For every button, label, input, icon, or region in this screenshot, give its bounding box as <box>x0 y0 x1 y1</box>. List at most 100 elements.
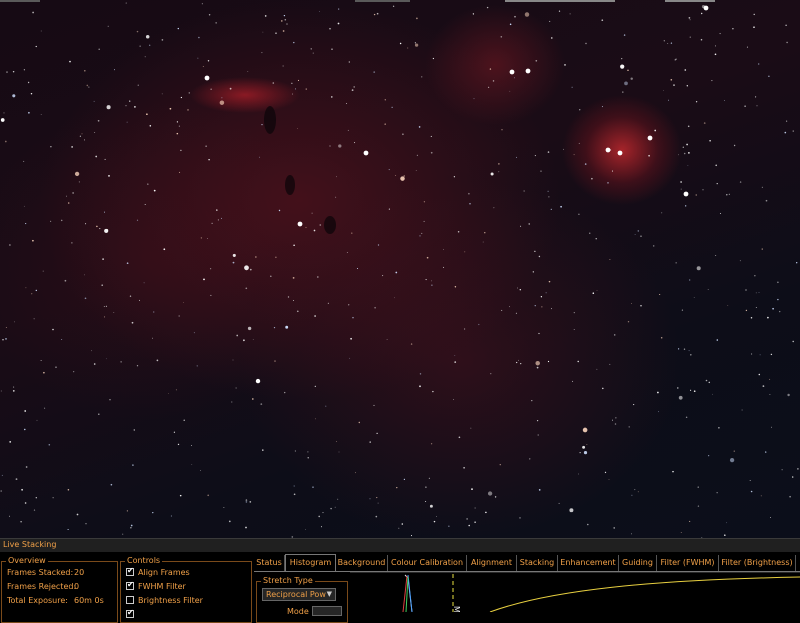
star <box>44 407 46 409</box>
star <box>683 152 686 155</box>
star <box>519 288 522 291</box>
star <box>537 434 539 436</box>
star <box>1 474 3 476</box>
next-checkbox-row[interactable]: ✔ <box>126 608 138 619</box>
tab-alignment[interactable]: Alignment <box>467 555 517 571</box>
star <box>67 489 70 491</box>
star <box>305 88 307 90</box>
star <box>534 155 536 157</box>
star <box>489 68 492 70</box>
star <box>634 234 636 236</box>
checkmark-icon: ✔ <box>127 608 134 617</box>
star <box>262 31 264 33</box>
star <box>400 176 405 181</box>
star <box>702 189 704 191</box>
star <box>508 306 510 308</box>
star <box>24 502 27 504</box>
star <box>501 129 503 131</box>
star <box>726 522 728 524</box>
star <box>161 39 164 41</box>
star <box>207 238 208 239</box>
star <box>201 3 203 5</box>
star <box>129 100 131 102</box>
star <box>627 69 629 71</box>
star <box>531 399 533 402</box>
fwhm-filter-checkbox-row[interactable]: ✔ FWHM Filter <box>126 580 186 591</box>
brightness-filter-checkbox[interactable] <box>126 596 134 604</box>
tab-guiding[interactable]: Guiding <box>619 555 657 571</box>
tab-histogram[interactable]: Histogram <box>285 554 336 572</box>
star <box>149 125 152 127</box>
star <box>772 307 774 310</box>
star <box>482 241 484 243</box>
star <box>84 70 86 72</box>
tab-filter-brightness[interactable]: Filter (Brightness) <box>719 555 796 571</box>
star <box>251 398 254 400</box>
star <box>675 58 677 60</box>
stretch-type-select[interactable]: Reciprocal Pow ▼ <box>262 588 336 601</box>
star <box>245 526 247 529</box>
star <box>337 498 339 500</box>
controls-legend: Controls <box>125 556 163 565</box>
star <box>61 338 63 341</box>
tab-stacking[interactable]: Stacking <box>517 555 558 571</box>
star <box>331 48 333 50</box>
star <box>74 171 80 177</box>
star <box>611 170 614 172</box>
tab-filter-fwhm[interactable]: Filter (FWHM) <box>657 555 719 571</box>
star <box>751 353 753 355</box>
star <box>395 271 398 274</box>
tab-colour-calibration[interactable]: Colour Calibration <box>388 555 467 571</box>
star <box>689 36 691 38</box>
star <box>758 292 760 293</box>
star <box>487 86 490 88</box>
stacked-image-view[interactable] <box>0 0 800 538</box>
star <box>550 208 552 211</box>
brightness-filter-checkbox-row[interactable]: Brightness Filter <box>126 596 203 605</box>
star <box>208 14 211 16</box>
star <box>792 130 794 132</box>
histogram-plot[interactable]: M <box>350 572 800 612</box>
tab-background[interactable]: Background <box>336 555 388 571</box>
star <box>191 464 193 465</box>
star <box>76 513 79 516</box>
star <box>85 523 87 525</box>
star <box>490 373 492 375</box>
toolbar-segment <box>505 0 615 2</box>
star <box>667 43 669 44</box>
star <box>374 306 376 309</box>
star <box>453 399 455 400</box>
star <box>421 76 423 78</box>
star <box>294 450 296 452</box>
align-frames-checkbox[interactable]: ✔ <box>126 566 134 576</box>
star <box>180 149 182 152</box>
star <box>729 457 735 463</box>
next-checkbox[interactable]: ✔ <box>126 608 134 618</box>
star <box>278 209 281 212</box>
star <box>23 69 26 71</box>
align-frames-checkbox-row[interactable]: ✔ Align Frames <box>126 566 190 577</box>
star <box>4 140 7 143</box>
chevron-down-icon: ▼ <box>326 590 332 598</box>
star <box>311 212 313 214</box>
tab-enhancement[interactable]: Enhancement <box>558 555 619 571</box>
frames-rejected-row: Frames Rejected: 0 <box>7 582 79 591</box>
star <box>161 93 163 95</box>
star <box>245 287 248 290</box>
star <box>399 42 402 45</box>
star <box>146 113 148 115</box>
star <box>352 316 354 319</box>
star <box>102 258 104 260</box>
fwhm-filter-checkbox[interactable]: ✔ <box>126 580 134 590</box>
star <box>535 360 540 366</box>
overview-group: Overview Frames Stacked: 20 Frames Rejec… <box>1 556 118 623</box>
star <box>545 292 547 294</box>
mode-input[interactable] <box>312 606 342 616</box>
star <box>466 518 468 520</box>
tab-status[interactable]: Status <box>254 555 285 571</box>
star <box>796 262 798 264</box>
star <box>429 504 433 508</box>
star <box>95 155 98 158</box>
star <box>353 86 356 88</box>
star <box>287 296 290 298</box>
